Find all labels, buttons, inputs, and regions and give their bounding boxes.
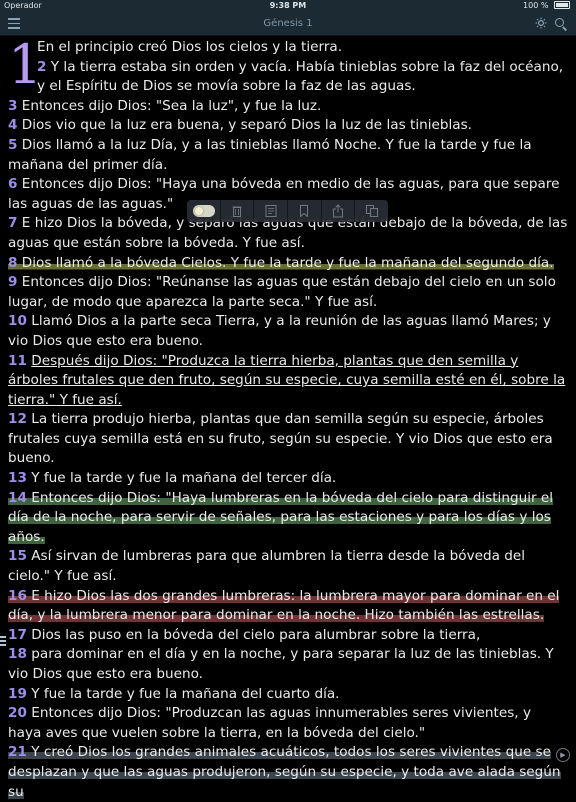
verse-text: Entonces dijo Dios: "Haya lumbreras en l… — [8, 489, 554, 545]
share-icon — [333, 204, 344, 218]
sun-icon — [535, 17, 547, 29]
verse-number: 19 — [8, 685, 27, 702]
verse-5[interactable]: 5 Dios llamó a la luz Día, y a las tinie… — [8, 136, 568, 175]
verse-21[interactable]: 21 Y creó Dios los grandes animales acuá… — [8, 743, 568, 802]
play-icon: ▶ — [560, 751, 566, 759]
verse-number: 3 — [8, 97, 18, 114]
verse-text: Dios vio que la luz era buena, y separó … — [21, 117, 472, 134]
verse-number: 4 — [8, 117, 18, 134]
verse-13[interactable]: 13 Y fue la tarde y fue la mañana del te… — [8, 469, 568, 489]
highlight-green: 14 Entonces dijo Dios: "Haya lumbreras e… — [8, 489, 554, 545]
bookmark-button[interactable] — [288, 200, 322, 222]
chapter-title[interactable]: Génesis 1 — [0, 12, 576, 35]
toggle-icon — [193, 205, 215, 217]
audio-play-button[interactable]: ▶ — [556, 748, 570, 762]
note-button[interactable] — [254, 200, 289, 222]
verse-14[interactable]: 14 Entonces dijo Dios: "Haya lumbreras e… — [8, 489, 568, 548]
battery-label: 100 % — [523, 1, 549, 10]
verse-number: 16 — [8, 587, 27, 604]
verse-number: 12 — [8, 411, 27, 428]
verse-text: En el principio creó Dios los cielos y l… — [37, 39, 343, 55]
verse-number: 20 — [8, 705, 27, 722]
verse-text: para dominar en el día y en la noche, y … — [8, 646, 554, 682]
verse-text: Y creó Dios los grandes animales acuátic… — [8, 744, 561, 800]
copy-icon — [365, 205, 378, 217]
verse-text: Dios llamó a la luz Día, y a las tiniebl… — [8, 136, 532, 173]
verse-4[interactable]: 4 Dios vio que la luz era buena, y separ… — [8, 116, 568, 136]
verse-8[interactable]: 8 Dios llamó a la bóveda Cielos. Y fue l… — [8, 254, 568, 274]
verse-action-toolbar — [187, 200, 388, 222]
search-button[interactable] — [554, 17, 568, 31]
verse-number: 15 — [8, 548, 27, 565]
verse-number: 17 — [8, 626, 27, 643]
verse-number: 18 — [8, 646, 27, 663]
verse-text: Así sirvan de lumbreras para que alumbre… — [8, 548, 526, 585]
verse-18[interactable]: 18 para dominar en el día y en la noche,… — [8, 645, 568, 684]
verse-text: Dios llamó a la bóveda Cielos. Y fue la … — [21, 254, 554, 271]
copy-button[interactable] — [355, 200, 388, 222]
verse-3[interactable]: 3 Entonces dijo Dios: "Sea la luz", y fu… — [8, 97, 568, 117]
verse-number: 5 — [8, 136, 18, 153]
verse-text: Entonces dijo Dios: "Produzcan las aguas… — [8, 705, 531, 741]
status-bar: Operador 9:38 PM 100 % — [0, 0, 576, 12]
verse-11[interactable]: 11 Después dijo Dios: "Produzca la tierr… — [8, 352, 568, 411]
verse-text: Y fue la tarde y fue la mañana del terce… — [31, 470, 337, 487]
verse-16[interactable]: 16 E hizo Dios las dos grandes lumbreras… — [8, 587, 568, 626]
verse-number: 14 — [8, 489, 27, 506]
highlight-yellow: 8 Dios llamó a la bóveda Cielos. Y fue l… — [8, 254, 554, 271]
verse-number: 7 — [8, 215, 18, 232]
verse-20[interactable]: 20 Entonces dijo Dios: "Produzcan las ag… — [8, 704, 568, 743]
verse-number: 10 — [8, 313, 27, 330]
verse-text: Y fue la tarde y fue la mañana del cuart… — [31, 685, 340, 702]
verse-text: Entonces dijo Dios: "Sea la luz", y fue … — [21, 97, 322, 114]
verse-text: La tierra produjo hierba, plantas que da… — [8, 411, 553, 467]
verse-text: Dios las puso en la bóveda del cielo par… — [31, 626, 481, 643]
highlight-red: 16 E hizo Dios las dos grandes lumbreras… — [8, 587, 560, 624]
verse-number: 8 — [8, 254, 18, 271]
verse-15[interactable]: 15 Así sirvan de lumbreras para que alum… — [8, 547, 568, 586]
delete-button[interactable] — [221, 200, 255, 222]
side-marker-icon[interactable] — [0, 636, 6, 650]
verse-2[interactable]: 2 Y la tierra estaba sin orden y vacía. … — [8, 58, 568, 97]
verse-number: 6 — [8, 176, 18, 193]
chapter-text: 1 En el principio creó Dios los cielos y… — [8, 38, 568, 802]
navigation-bar: Génesis 1 — [0, 12, 576, 36]
highlight-gray: 21 Y creó Dios los grandes animales acuá… — [8, 744, 561, 800]
verse-text: E hizo Dios las dos grandes lumbreras: l… — [8, 587, 560, 624]
verse-1[interactable]: En el principio creó Dios los cielos y l… — [8, 38, 568, 58]
verse-19[interactable]: 19 Y fue la tarde y fue la mañana del cu… — [8, 685, 568, 705]
verse-text: Y la tierra estaba sin orden y vacía. Ha… — [37, 58, 564, 95]
clock: 9:38 PM — [269, 1, 307, 10]
verse-9[interactable]: 9 Entonces dijo Dios: "Reúnanse las agua… — [8, 273, 568, 312]
chapter-dropcap: 1 — [8, 33, 43, 96]
note-icon — [265, 205, 277, 217]
verse-number: 13 — [8, 470, 27, 487]
battery-icon — [554, 1, 570, 9]
trash-icon — [232, 206, 242, 217]
verse-number: 9 — [8, 274, 18, 291]
verse-number: 21 — [8, 744, 27, 761]
verse-12[interactable]: 12 La tierra produjo hierba, plantas que… — [8, 410, 568, 469]
battery-indicator: 100 % — [523, 0, 570, 12]
verse-text: Entonces dijo Dios: "Reúnanse las aguas … — [8, 274, 556, 310]
verse-10[interactable]: 10 Llamó Dios a la parte seca Tierra, y … — [8, 312, 568, 351]
verse-17[interactable]: 17 Dios las puso en la bóveda del cielo … — [8, 626, 568, 646]
verse-text-underlined: Después dijo Dios: "Produzca la tierra h… — [8, 352, 566, 408]
verse-number: 11 — [8, 352, 27, 369]
bookmark-icon — [300, 205, 309, 217]
highlight-toggle-button[interactable] — [187, 200, 221, 222]
share-button[interactable] — [322, 200, 356, 222]
brightness-button[interactable] — [534, 17, 548, 31]
verse-text: Llamó Dios a la parte seca Tierra, y a l… — [8, 313, 551, 349]
